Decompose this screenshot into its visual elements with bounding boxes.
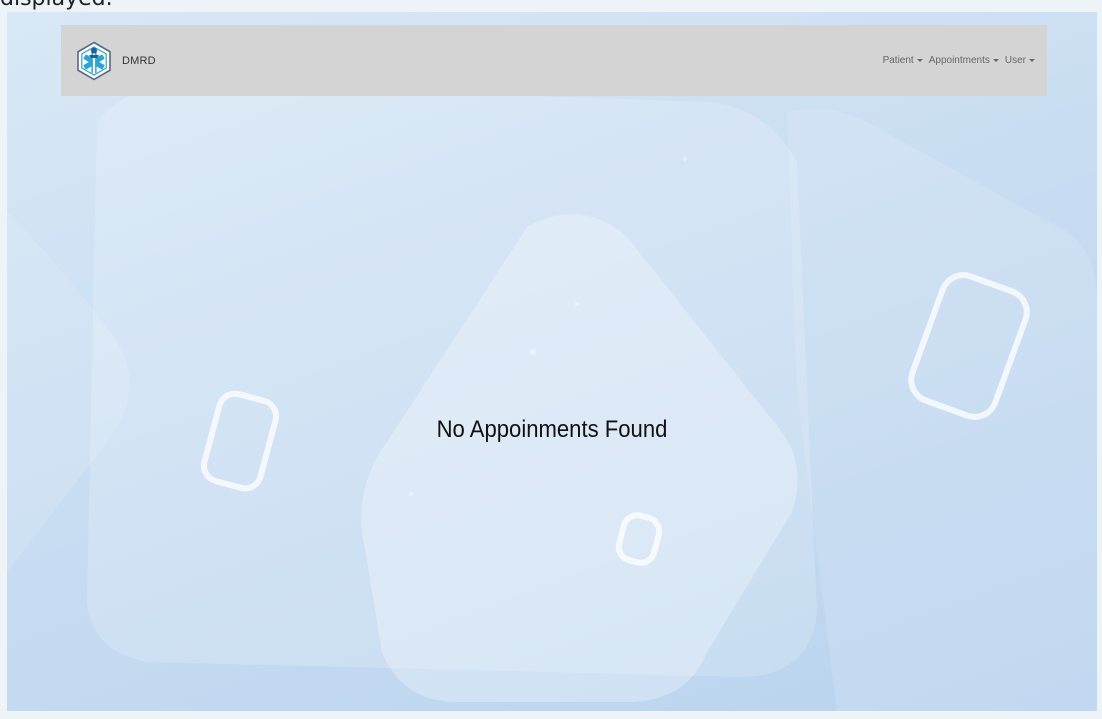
brand-name: DMRD	[122, 54, 156, 67]
caret-down-icon	[1029, 59, 1035, 62]
caret-down-icon	[992, 59, 999, 62]
background-decoration	[7, 83, 1097, 711]
nav-item-label: Patient	[882, 55, 914, 66]
nav-menu: Patient Appointments User	[883, 25, 1035, 96]
nav-item-label: Appointments	[928, 55, 990, 66]
empty-state-message: No Appoinments Found	[436, 416, 668, 443]
brand-link[interactable]: DMRD	[74, 41, 156, 81]
nav-item-user[interactable]: User	[1005, 55, 1035, 66]
nav-item-label: User	[1004, 55, 1026, 66]
nav-item-patient[interactable]: Patient	[883, 55, 923, 66]
caret-down-icon	[916, 59, 923, 62]
caption-text: displayed.	[0, 0, 113, 12]
nav-item-appointments[interactable]: Appointments	[929, 55, 999, 66]
medical-star-of-life-icon	[77, 41, 111, 80]
app-window: DMRD Patient Appointments User No Appoin…	[7, 12, 1097, 711]
top-navbar: DMRD Patient Appointments User	[61, 25, 1047, 96]
